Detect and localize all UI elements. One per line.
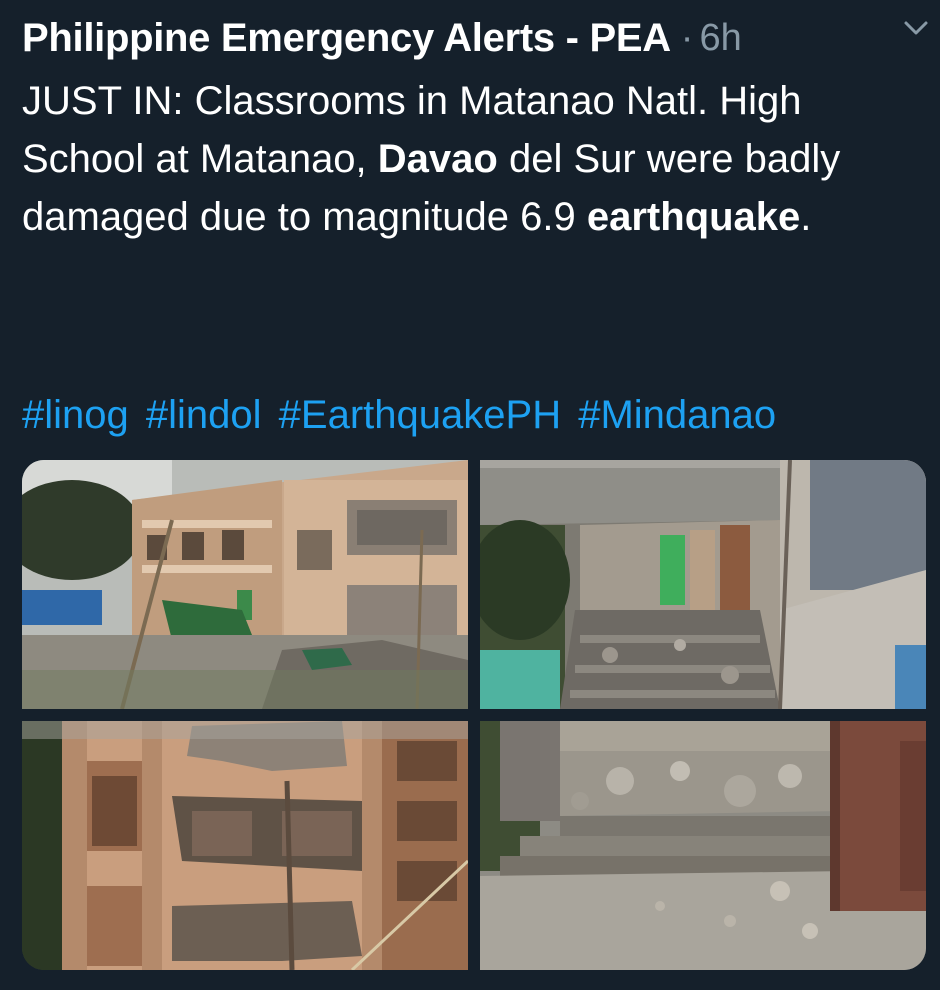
media-grid [22,460,926,970]
chevron-down-icon[interactable] [900,12,932,44]
tweet[interactable]: Philippine Emergency Alerts - PEA · 6h J… [0,0,940,990]
tweet-text-bold: earthquake [586,195,801,239]
hashtag-link[interactable]: #EarthquakePH [279,393,561,437]
timestamp[interactable]: 6h [699,17,741,60]
hashtag-link[interactable]: #lindol [146,393,262,437]
tweet-text: JUST IN: Classrooms in Matanao Natl. Hig… [22,72,922,246]
separator-dot: · [680,16,694,59]
photo-collapsed-stairs[interactable] [480,721,926,970]
tweet-text-bold: Davao [377,137,498,181]
hashtag-list: #linog #lindol #EarthquakePH #Mindanao [22,386,782,444]
hashtag-link[interactable]: #Mindanao [578,393,776,437]
photo-damaged-facade[interactable] [22,721,468,970]
author-name[interactable]: Philippine Emergency Alerts - PEA [22,16,671,61]
tweet-text-part: . [800,195,812,239]
photo-damaged-building[interactable] [22,460,468,709]
hashtag-link[interactable]: #linog [22,393,129,437]
photo-corridor-rubble[interactable] [480,460,926,709]
tweet-header: Philippine Emergency Alerts - PEA · 6h [22,12,920,64]
